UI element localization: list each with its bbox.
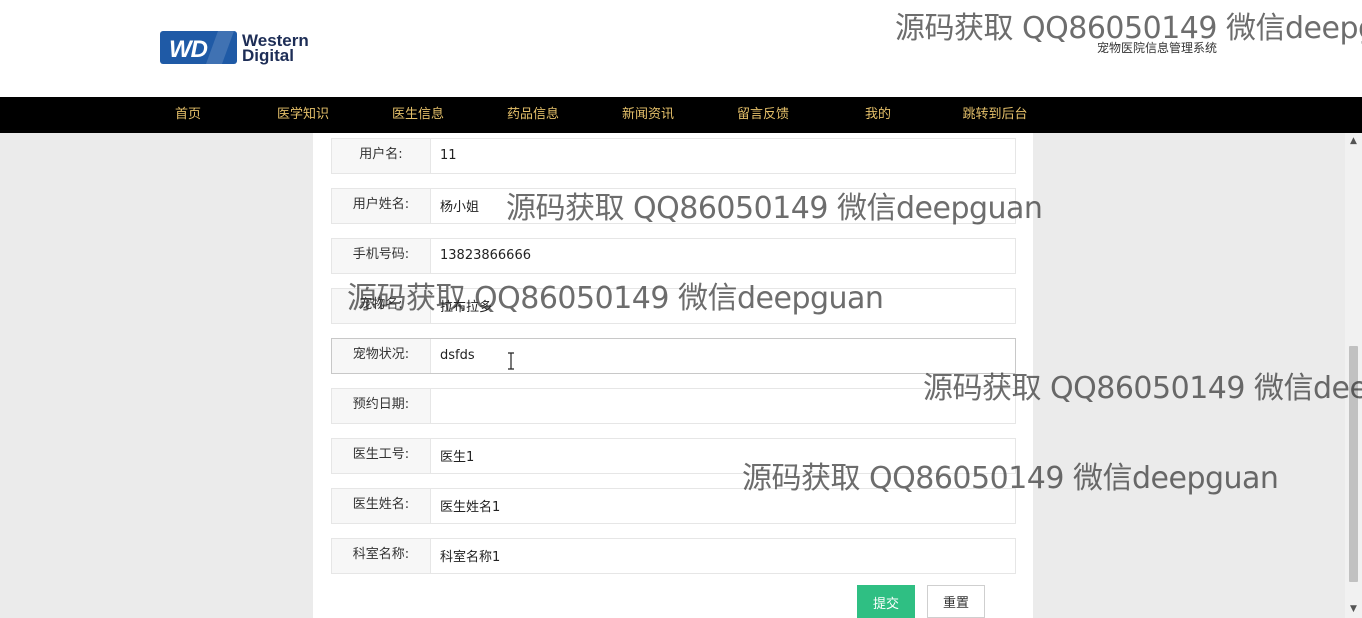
nav-item-feedback[interactable]: 留言反馈 <box>730 97 796 133</box>
doctor-id-field[interactable] <box>431 439 1012 471</box>
appointment-date-field[interactable] <box>431 389 1012 421</box>
real-name-label: 用户姓名: <box>332 189 431 223</box>
form-row-appointment-date: 预约日期: <box>331 388 1016 424</box>
submit-button[interactable]: 提交 <box>857 585 915 618</box>
vertical-scrollbar[interactable]: ▲ ▼ <box>1345 133 1362 618</box>
form-row-pet-name: 宠物名: <box>331 288 1016 324</box>
scroll-thumb[interactable] <box>1349 346 1358 582</box>
nav-item-medicine-info[interactable]: 药品信息 <box>500 97 566 133</box>
nav-item-mine[interactable]: 我的 <box>858 97 898 133</box>
nav-item-go-admin[interactable]: 跳转到后台 <box>955 97 1035 133</box>
doctor-id-label: 医生工号: <box>332 439 431 473</box>
appointment-form-panel: 用户名: 用户姓名: 手机号码: 宠物名: 宠物状况: 预约日期: 医生工号: <box>313 133 1033 618</box>
scroll-up-icon[interactable]: ▲ <box>1345 133 1362 150</box>
form-row-department: 科室名称: <box>331 538 1016 574</box>
nav-item-medical-knowledge[interactable]: 医学知识 <box>270 97 336 133</box>
nav-item-doctor-info[interactable]: 医生信息 <box>385 97 451 133</box>
department-field[interactable] <box>431 539 1012 571</box>
nav-item-home[interactable]: 首页 <box>168 97 208 133</box>
main-nav: 首页 医学知识 医生信息 药品信息 新闻资讯 留言反馈 我的 跳转到后台 <box>0 97 1362 133</box>
page-header: WD Western Digital 宠物医院信息管理系统 <box>0 0 1362 97</box>
western-digital-logo[interactable]: WD Western Digital <box>160 31 330 65</box>
department-label: 科室名称: <box>332 539 431 573</box>
form-row-phone: 手机号码: <box>331 238 1016 274</box>
site-title: 宠物医院信息管理系统 <box>1097 41 1218 55</box>
main-content: 用户名: 用户姓名: 手机号码: 宠物名: 宠物状况: 预约日期: 医生工号: <box>0 133 1362 618</box>
nav-item-news[interactable]: 新闻资讯 <box>615 97 681 133</box>
text-cursor-icon <box>508 352 514 370</box>
username-label: 用户名: <box>332 139 431 173</box>
pet-name-label: 宠物名: <box>332 289 431 323</box>
pet-condition-field[interactable] <box>431 339 1012 371</box>
scroll-down-icon[interactable]: ▼ <box>1345 601 1362 618</box>
username-field[interactable] <box>431 139 1012 171</box>
phone-label: 手机号码: <box>332 239 431 273</box>
wd-badge-icon: WD <box>160 31 237 64</box>
form-row-doctor-id: 医生工号: <box>331 438 1016 474</box>
pet-condition-label: 宠物状况: <box>332 339 431 373</box>
appointment-date-label: 预约日期: <box>332 389 431 423</box>
form-row-doctor-name: 医生姓名: <box>331 488 1016 524</box>
form-row-real-name: 用户姓名: <box>331 188 1016 224</box>
doctor-name-field[interactable] <box>431 489 1012 521</box>
pet-name-field[interactable] <box>431 289 1012 321</box>
phone-field[interactable] <box>431 239 1012 271</box>
logo-text-digital: Digital <box>242 46 294 65</box>
reset-button[interactable]: 重置 <box>927 585 985 618</box>
form-row-pet-condition: 宠物状况: <box>331 338 1016 374</box>
real-name-field[interactable] <box>431 189 1012 221</box>
form-row-username: 用户名: <box>331 138 1016 174</box>
doctor-name-label: 医生姓名: <box>332 489 431 523</box>
